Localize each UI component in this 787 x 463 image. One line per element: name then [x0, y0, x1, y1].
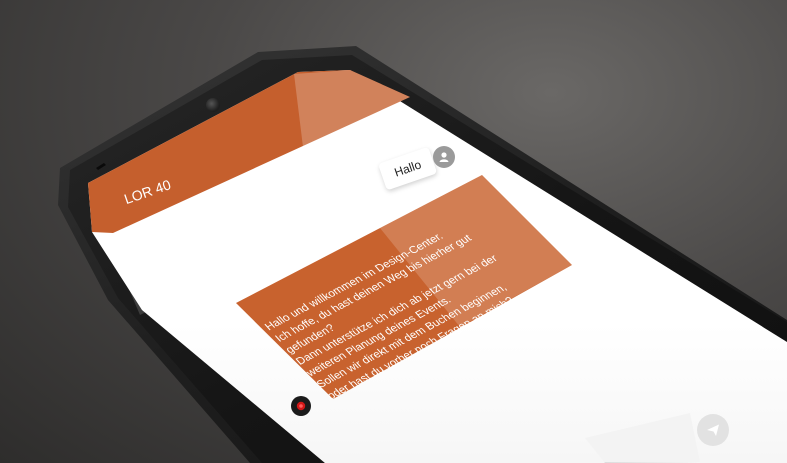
- front-camera: [206, 98, 220, 112]
- bot-avatar-icon: [291, 396, 311, 416]
- phone-mockup-scene: LOR 40 Hallo Hallo und willkommen im Des…: [0, 0, 787, 463]
- send-button[interactable]: [697, 414, 729, 446]
- user-avatar-icon: [433, 146, 455, 168]
- send-icon: [707, 424, 719, 436]
